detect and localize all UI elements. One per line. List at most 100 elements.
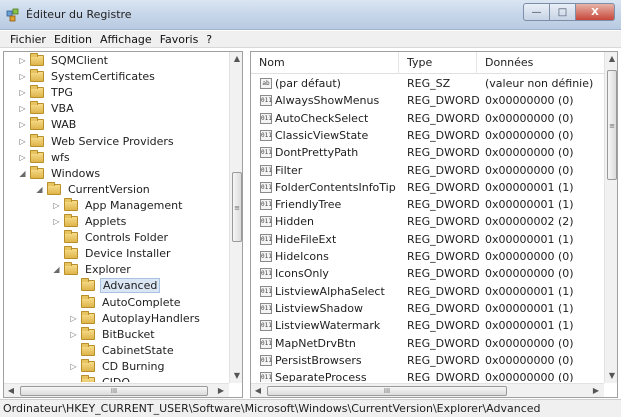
expander-arrow-icon[interactable]: ▷: [69, 362, 78, 371]
tree-item[interactable]: ▷ Web Service Providers: [18, 133, 176, 149]
value-row[interactable]: 011 AlwaysShowMenus REG_DWORD 0x00000000 (0…: [251, 92, 604, 109]
expander-arrow-icon[interactable]: ▷: [18, 104, 27, 113]
value-data: 0x00000002 (2): [485, 215, 574, 228]
scroll-right-icon[interactable]: ▶: [589, 384, 603, 397]
expander-arrow-icon[interactable]: ▷: [18, 137, 27, 146]
tree-item-label: CabinetState: [102, 343, 174, 357]
expander-arrow-icon[interactable]: ▷: [69, 314, 78, 323]
value-row[interactable]: 011 ListviewAlphaSelect REG_DWORD 0x0000000…: [251, 283, 604, 300]
title-bar[interactable]: Éditeur du Registre — □ X: [0, 0, 621, 30]
value-row[interactable]: 011 DontPrettyPath REG_DWORD 0x00000000 (0): [251, 144, 604, 161]
expander-arrow-icon[interactable]: ▷: [69, 330, 78, 339]
tree-item[interactable]: ▷ WAB: [18, 116, 78, 132]
values-scroll-thumb[interactable]: ≡: [607, 70, 617, 180]
tree-item[interactable]: ▷ Applets: [52, 213, 128, 229]
column-header-data[interactable]: Données: [477, 52, 604, 74]
expander-arrow-icon[interactable]: ▷: [18, 56, 27, 65]
minimize-button[interactable]: —: [523, 3, 549, 21]
close-icon: X: [591, 6, 599, 18]
menu-fichier[interactable]: Fichier: [6, 33, 50, 46]
tree-item[interactable]: Controls Folder: [52, 229, 170, 245]
expander-arrow-icon[interactable]: ◢: [52, 265, 61, 274]
values-vertical-scrollbar[interactable]: ▲ ≡ ▼: [604, 52, 617, 383]
tree-item[interactable]: CIDO: [69, 374, 132, 382]
values-pane[interactable]: Nom Type Données ab (par défaut) REG_SZ (va…: [250, 51, 618, 398]
value-row[interactable]: 011 FolderContentsInfoTip REG_DWORD 0x00000…: [251, 179, 604, 196]
value-row[interactable]: 011 MapNetDrvBtn REG_DWORD 0x00000000 (0): [251, 335, 604, 352]
values-hscroll-thumb[interactable]: III: [267, 386, 507, 396]
value-type: REG_DWORD: [407, 354, 480, 367]
value-row[interactable]: 011 SeparateProcess REG_DWORD 0x00000000 (0…: [251, 369, 604, 382]
menu-favoris[interactable]: Favoris: [156, 33, 203, 46]
value-row[interactable]: 011 FriendlyTree REG_DWORD 0x00000001 (1): [251, 196, 604, 213]
scroll-down-icon[interactable]: ▼: [605, 369, 617, 383]
tree-item[interactable]: ▷ TPG: [18, 84, 75, 100]
expander-arrow-icon[interactable]: ▷: [18, 88, 27, 97]
tree-item-label: Device Installer: [85, 246, 171, 260]
tree-item[interactable]: ◢ CurrentVersion: [35, 181, 152, 197]
tree-item[interactable]: ▷ BitBucket: [69, 326, 157, 342]
folder-icon: [81, 326, 95, 340]
tree-item[interactable]: ▷ wfs: [18, 149, 72, 165]
tree-vertical-scrollbar[interactable]: ▲ ≡ ▼: [229, 52, 242, 383]
value-row[interactable]: 011 ClassicViewState REG_DWORD 0x00000000 (…: [251, 127, 604, 144]
value-row[interactable]: 011 PersistBrowsers REG_DWORD 0x00000000 (0…: [251, 352, 604, 369]
column-header-name[interactable]: Nom: [251, 52, 399, 74]
value-row[interactable]: ab (par défaut) REG_SZ (valeur non définie): [251, 75, 604, 92]
value-row[interactable]: 011 AutoCheckSelect REG_DWORD 0x00000000 (0…: [251, 110, 604, 127]
scroll-down-icon[interactable]: ▼: [230, 369, 242, 383]
value-row[interactable]: 011 Hidden REG_DWORD 0x00000002 (2): [251, 213, 604, 230]
tree-scroll-thumb[interactable]: ≡: [232, 172, 242, 242]
scroll-left-icon[interactable]: ◀: [4, 384, 18, 397]
tree-item[interactable]: ▷ VBA: [18, 100, 76, 116]
expander-arrow-icon[interactable]: ▷: [52, 201, 61, 210]
tree-item[interactable]: Advanced: [69, 277, 161, 293]
tree-item-label: VBA: [51, 101, 74, 115]
tree-item[interactable]: AutoComplete: [69, 294, 183, 310]
expander-arrow-icon[interactable]: ◢: [35, 185, 44, 194]
tree-horizontal-scrollbar[interactable]: ◀ III ▶: [4, 383, 229, 397]
scroll-up-icon[interactable]: ▲: [605, 52, 617, 66]
value-row[interactable]: 011 ListviewWatermark REG_DWORD 0x00000001 …: [251, 317, 604, 334]
tree-item[interactable]: ▷ AutoplayHandlers: [69, 310, 202, 326]
folder-icon: [64, 229, 78, 243]
close-button[interactable]: X: [575, 3, 615, 21]
value-data: 0x00000001 (1): [485, 319, 574, 332]
menu-affichage[interactable]: Affichage: [96, 33, 156, 46]
scroll-left-icon[interactable]: ◀: [251, 384, 265, 397]
value-row[interactable]: 011 HideFileExt REG_DWORD 0x00000001 (1): [251, 231, 604, 248]
value-name: FolderContentsInfoTip: [275, 181, 396, 194]
value-row[interactable]: 011 ListviewShadow REG_DWORD 0x00000001 (1): [251, 300, 604, 317]
tree-item[interactable]: CabinetState: [69, 342, 176, 358]
expander-arrow-icon[interactable]: ▷: [18, 72, 27, 81]
expander-arrow-icon[interactable]: ▷: [52, 217, 61, 226]
value-type: REG_DWORD: [407, 112, 480, 125]
expander-arrow-icon[interactable]: ◢: [18, 169, 27, 178]
tree-item[interactable]: ◢ Explorer: [52, 261, 133, 277]
tree-item[interactable]: ▷ SQMClient: [18, 52, 110, 68]
values-horizontal-scrollbar[interactable]: ◀ III ▶: [251, 383, 604, 397]
value-row[interactable]: 011 IconsOnly REG_DWORD 0x00000000 (0): [251, 265, 604, 282]
column-header-type[interactable]: Type: [399, 52, 477, 74]
value-type: REG_DWORD: [407, 181, 480, 194]
expander-arrow-icon[interactable]: ▷: [18, 120, 27, 129]
tree-item[interactable]: ▷ CD Burning: [69, 358, 166, 374]
maximize-button[interactable]: □: [549, 3, 575, 21]
value-row[interactable]: 011 Filter REG_DWORD 0x00000000 (0): [251, 162, 604, 179]
tree-item[interactable]: ◢ Windows: [18, 165, 102, 181]
menu-edition[interactable]: Edition: [50, 33, 96, 46]
tree-item[interactable]: Device Installer: [52, 245, 173, 261]
key-tree-pane[interactable]: ▷ SQMClient ▷ SystemCertificates ▷ TPG ▷ VBA ▷ WA…: [3, 51, 243, 398]
scroll-right-icon[interactable]: ▶: [214, 384, 228, 397]
scroll-up-icon[interactable]: ▲: [230, 52, 242, 66]
tree-item[interactable]: ▷ SystemCertificates: [18, 68, 157, 84]
scroll-grip-icon: III: [383, 387, 391, 395]
expander-arrow-icon[interactable]: ▷: [18, 153, 27, 162]
menu-help[interactable]: ?: [202, 33, 216, 46]
value-row[interactable]: 011 HideIcons REG_DWORD 0x00000000 (0): [251, 248, 604, 265]
tree-item[interactable]: ▷ App Management: [52, 197, 184, 213]
tree-hscroll-thumb[interactable]: III: [20, 386, 208, 396]
